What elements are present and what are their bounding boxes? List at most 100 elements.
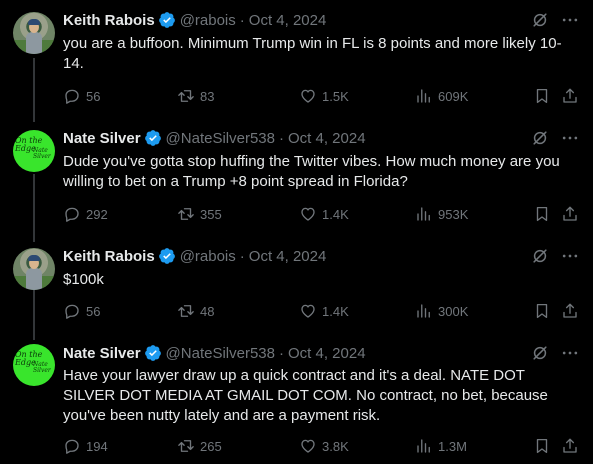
author-handle[interactable]: @NateSilver538: [166, 130, 275, 147]
share-button[interactable]: [561, 437, 584, 455]
views-button[interactable]: 300K: [415, 302, 468, 320]
like-count: 1.5K: [322, 88, 349, 104]
bookmark-button[interactable]: [533, 437, 556, 455]
share-button[interactable]: [561, 87, 584, 105]
views-button[interactable]: 953K: [415, 205, 468, 223]
like-count: 1.4K: [322, 303, 349, 319]
grok-icon[interactable]: [530, 343, 550, 363]
like-button[interactable]: 1.4K: [299, 205, 349, 223]
views-count: 1.3M: [438, 438, 467, 454]
views-icon: [417, 439, 430, 453]
repost-count: 48: [200, 303, 215, 319]
reply-count: 56: [86, 303, 101, 319]
like-button[interactable]: 1.5K: [299, 87, 349, 105]
thread: Keith Rabois @rabois · Oct 4, 2024 you a…: [0, 0, 593, 464]
tweet-date[interactable]: Oct 4, 2024: [288, 130, 366, 147]
tweet-text: $100k: [63, 271, 104, 288]
views-button[interactable]: 609K: [415, 87, 468, 105]
like-count: 3.8K: [322, 438, 349, 454]
avatar[interactable]: On the Edge Nate Silver: [13, 130, 55, 172]
avatar[interactable]: On the Edge Nate Silver: [13, 344, 55, 386]
tweet-top-icons: [530, 343, 580, 363]
tweet-header: Keith Rabois @rabois · Oct 4, 2024: [63, 246, 326, 266]
more-icon[interactable]: [560, 246, 580, 266]
reply-icon: [65, 439, 79, 454]
views-button[interactable]: 1.3M: [415, 437, 467, 455]
tweet-actions: 56 48 1.4K 300K: [63, 301, 579, 321]
separator: ·: [239, 11, 245, 29]
tweet-actions: 56 83 1.5K 609K: [63, 86, 579, 106]
bookmark-button[interactable]: [533, 205, 556, 223]
tweet-top-icons: [530, 246, 580, 266]
share-button[interactable]: [561, 302, 584, 320]
bookmark-button[interactable]: [533, 302, 556, 320]
author-name[interactable]: Keith Rabois: [63, 12, 155, 29]
repost-button[interactable]: 48: [177, 302, 214, 320]
repost-button[interactable]: 355: [177, 205, 222, 223]
like-button[interactable]: 1.4K: [299, 302, 349, 320]
tweet-top-icons: [530, 128, 580, 148]
like-icon: [301, 439, 315, 453]
author-name[interactable]: Nate Silver: [63, 130, 141, 147]
tweet-actions: 194 265 3.8K 1.3M: [63, 436, 579, 456]
like-icon: [301, 89, 315, 103]
tweet[interactable]: On the Edge Nate Silver Nate Silver @NateS…: [0, 336, 593, 464]
tweet-date[interactable]: Oct 4, 2024: [288, 345, 366, 362]
more-icon[interactable]: [560, 343, 580, 363]
tweet-text: you are a buffoon. Minimum Trump win in …: [63, 35, 562, 72]
reply-button[interactable]: 194: [63, 437, 108, 455]
repost-button[interactable]: 83: [177, 87, 214, 105]
tweet-date[interactable]: Oct 4, 2024: [249, 12, 327, 29]
grok-icon[interactable]: [530, 10, 550, 30]
views-icon: [417, 207, 430, 221]
tweet-date[interactable]: Oct 4, 2024: [249, 248, 327, 265]
views-icon: [417, 89, 430, 103]
verified-badge-icon: [144, 130, 161, 146]
author-handle[interactable]: @NateSilver538: [166, 345, 275, 362]
separator: ·: [239, 247, 245, 265]
repost-count: 355: [200, 206, 222, 222]
views-count: 953K: [438, 206, 469, 222]
like-button[interactable]: 3.8K: [299, 437, 349, 455]
share-icon: [563, 88, 577, 103]
reply-icon: [65, 207, 79, 222]
repost-count: 265: [200, 438, 222, 454]
separator: ·: [279, 129, 284, 147]
reply-count: 292: [86, 206, 108, 222]
views-count: 609K: [438, 88, 469, 104]
avatar[interactable]: [13, 248, 55, 290]
separator: ·: [279, 344, 284, 362]
tweet[interactable]: Keith Rabois @rabois · Oct 4, 2024 you a…: [0, 0, 593, 118]
tweet-actions: 292 355 1.4K 953K: [63, 204, 579, 224]
reply-button[interactable]: 56: [63, 87, 100, 105]
reply-icon: [65, 89, 79, 104]
tweet[interactable]: On the Edge Nate Silver Nate Silver @NateS…: [0, 118, 593, 236]
reply-button[interactable]: 56: [63, 302, 100, 320]
tweet-header: Keith Rabois @rabois · Oct 4, 2024: [63, 10, 326, 30]
more-icon[interactable]: [560, 10, 580, 30]
repost-count: 83: [200, 88, 215, 104]
reply-count: 194: [86, 438, 108, 454]
bookmark-icon: [536, 88, 548, 104]
bookmark-button[interactable]: [533, 87, 556, 105]
views-icon: [417, 304, 430, 318]
avatar[interactable]: [13, 12, 55, 54]
bookmark-icon: [536, 438, 548, 454]
repost-button[interactable]: 265: [177, 437, 222, 455]
verified-badge-icon: [158, 248, 175, 264]
bookmark-icon: [536, 303, 548, 319]
tweet-header: Nate Silver @NateSilver538 · Oct 4, 2024: [63, 128, 366, 148]
more-icon[interactable]: [560, 128, 580, 148]
tweet-text: Dude you've gotta stop huffing the Twitt…: [63, 153, 560, 190]
share-button[interactable]: [561, 205, 584, 223]
grok-icon[interactable]: [530, 246, 550, 266]
tweet[interactable]: Keith Rabois @rabois · Oct 4, 2024 $100k…: [0, 236, 593, 336]
author-handle[interactable]: @rabois: [180, 248, 236, 265]
author-name[interactable]: Nate Silver: [63, 345, 141, 362]
share-icon: [563, 206, 577, 221]
reply-button[interactable]: 292: [63, 205, 108, 223]
grok-icon[interactable]: [530, 128, 550, 148]
tweet-text: Have your lawyer draw up a quick contrac…: [63, 367, 548, 424]
author-name[interactable]: Keith Rabois: [63, 248, 155, 265]
author-handle[interactable]: @rabois: [180, 12, 236, 29]
